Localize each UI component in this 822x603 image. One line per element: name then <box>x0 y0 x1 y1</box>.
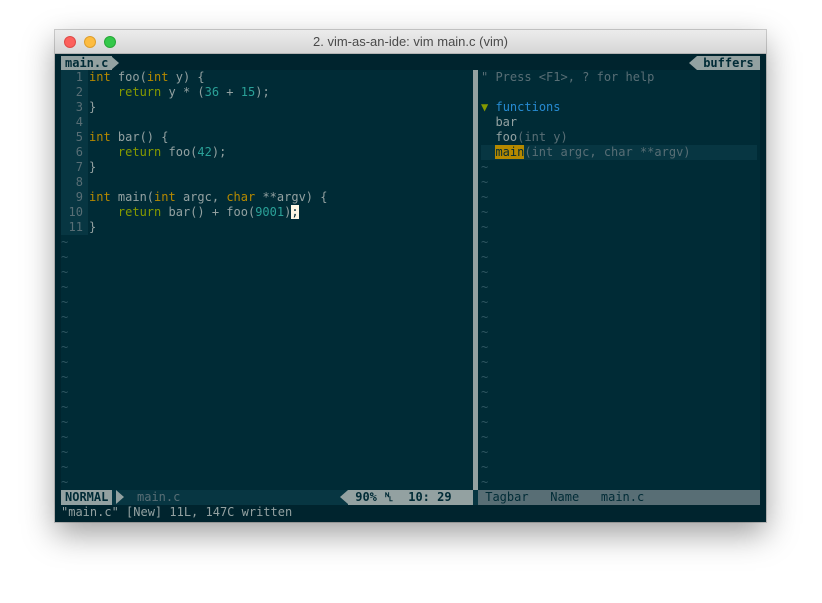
empty-line-tilde: ~ <box>61 445 69 459</box>
position-separator-arrow <box>340 490 348 504</box>
line-number: 2 <box>75 85 83 99</box>
tab-main-c[interactable]: main.c <box>61 56 113 71</box>
empty-line-tilde: ~ <box>61 430 69 444</box>
empty-line-tilde: ~ <box>481 370 489 384</box>
empty-line-tilde: ~ <box>481 235 489 249</box>
empty-line-tilde: ~ <box>61 460 69 474</box>
terminal-window: 2. vim-as-an-ide: vim main.c (vim) main.… <box>55 30 766 522</box>
tagbar-pane[interactable]: " Press <F1>, ? for help ▼ functions bar… <box>478 70 760 490</box>
code-line-7: } <box>89 160 97 174</box>
empty-line-tilde: ~ <box>481 460 489 474</box>
buffers-separator-arrow <box>689 56 697 70</box>
empty-line-tilde: ~ <box>481 355 489 369</box>
line-number: 10 <box>68 205 83 219</box>
title-bar: 2. vim-as-an-ide: vim main.c (vim) <box>55 30 766 54</box>
line-number: 4 <box>75 115 83 129</box>
empty-line-tilde: ~ <box>61 280 69 294</box>
code-line-9: int main(int argc, char **argv) { <box>89 190 328 204</box>
line-number: 6 <box>75 145 83 159</box>
tag-item-main-current[interactable]: main(int argc, char **argv) <box>481 145 757 160</box>
code-line-3: } <box>89 100 97 114</box>
empty-line-tilde: ~ <box>61 415 69 429</box>
tab-separator-arrow <box>111 56 119 70</box>
empty-line-tilde: ~ <box>61 475 69 489</box>
empty-line-tilde: ~ <box>481 385 489 399</box>
empty-line-tilde: ~ <box>61 250 69 264</box>
empty-line-tilde: ~ <box>481 325 489 339</box>
code-line-1: int foo(int y) { <box>89 70 205 84</box>
vim-screen[interactable]: main.c buffers 1 2 3 4 5 6 7 8 9 10 11 i… <box>55 54 766 522</box>
empty-line-tilde: ~ <box>61 355 69 369</box>
empty-line-tilde: ~ <box>481 445 489 459</box>
empty-line-tilde: ~ <box>481 250 489 264</box>
empty-line-tilde: ~ <box>481 430 489 444</box>
empty-line-tilde: ~ <box>61 400 69 414</box>
mode-separator-arrow <box>116 490 124 504</box>
tagbar-group-functions[interactable]: ▼ functions <box>481 100 561 115</box>
buffers-indicator[interactable]: buffers <box>697 56 760 71</box>
cursor-position: 90% ␤ 10: 29 <box>348 490 473 505</box>
line-number: 3 <box>75 100 83 114</box>
tabline: main.c buffers <box>55 55 766 71</box>
empty-line-tilde: ~ <box>61 385 69 399</box>
empty-line-tilde: ~ <box>481 400 489 414</box>
empty-line-tilde: ~ <box>61 310 69 324</box>
line-number-gutter: 1 2 3 4 5 6 7 8 9 10 11 <box>61 70 88 235</box>
line-number: 9 <box>75 190 83 204</box>
line-number: 8 <box>75 175 83 189</box>
tag-item-foo[interactable]: foo(int y) <box>481 130 567 145</box>
empty-line-tilde: ~ <box>61 325 69 339</box>
line-number-icon: ␤ <box>384 490 394 504</box>
tag-kind-label: functions <box>495 100 561 114</box>
mode-indicator: NORMAL <box>61 490 113 505</box>
tagbar-help-hint: " Press <F1>, ? for help <box>481 70 655 84</box>
empty-line-tilde: ~ <box>61 295 69 309</box>
status-filename: main.c <box>137 490 181 504</box>
empty-line-tilde: ~ <box>481 280 489 294</box>
command-line-message: "main.c" [New] 11L, 147C written <box>61 505 293 519</box>
line-number: 11 <box>68 220 83 234</box>
text-cursor: ; <box>291 205 299 219</box>
code-line-5: int bar() { <box>89 130 169 144</box>
empty-line-tilde: ~ <box>481 175 489 189</box>
empty-line-tilde: ~ <box>481 265 489 279</box>
editor-pane[interactable]: 1 2 3 4 5 6 7 8 9 10 11 int foo(int y) {… <box>61 70 473 490</box>
empty-line-tilde: ~ <box>481 160 489 174</box>
window-title: 2. vim-as-an-ide: vim main.c (vim) <box>312 34 509 49</box>
fold-open-icon[interactable]: ▼ <box>481 100 488 114</box>
empty-line-tilde: ~ <box>481 475 489 489</box>
empty-line-tilde: ~ <box>481 415 489 429</box>
empty-line-tilde: ~ <box>61 370 69 384</box>
empty-line-tilde: ~ <box>481 310 489 324</box>
empty-line-tilde: ~ <box>481 340 489 354</box>
code-line-6: return foo(42); <box>117 145 227 159</box>
empty-line-tilde: ~ <box>481 295 489 309</box>
tag-item-bar[interactable]: bar <box>481 115 517 130</box>
code-line-11: } <box>89 220 97 234</box>
tagbar-status-line: Tagbar Name main.c <box>478 490 760 505</box>
empty-line-tilde: ~ <box>61 265 69 279</box>
empty-line-tilde: ~ <box>61 235 69 249</box>
empty-line-tilde: ~ <box>481 190 489 204</box>
empty-line-tilde: ~ <box>61 340 69 354</box>
line-number: 7 <box>75 160 83 174</box>
line-number: 1 <box>75 70 83 84</box>
line-number: 5 <box>75 130 83 144</box>
code-line-10: return bar() + foo(9001); <box>117 205 299 219</box>
status-line: NORMAL main.c 90% ␤ 10: 29 Tagbar Name m… <box>61 490 760 505</box>
code-line-2: return y * (36 + 15); <box>117 85 270 99</box>
empty-line-tilde: ~ <box>481 205 489 219</box>
empty-line-tilde: ~ <box>481 220 489 234</box>
